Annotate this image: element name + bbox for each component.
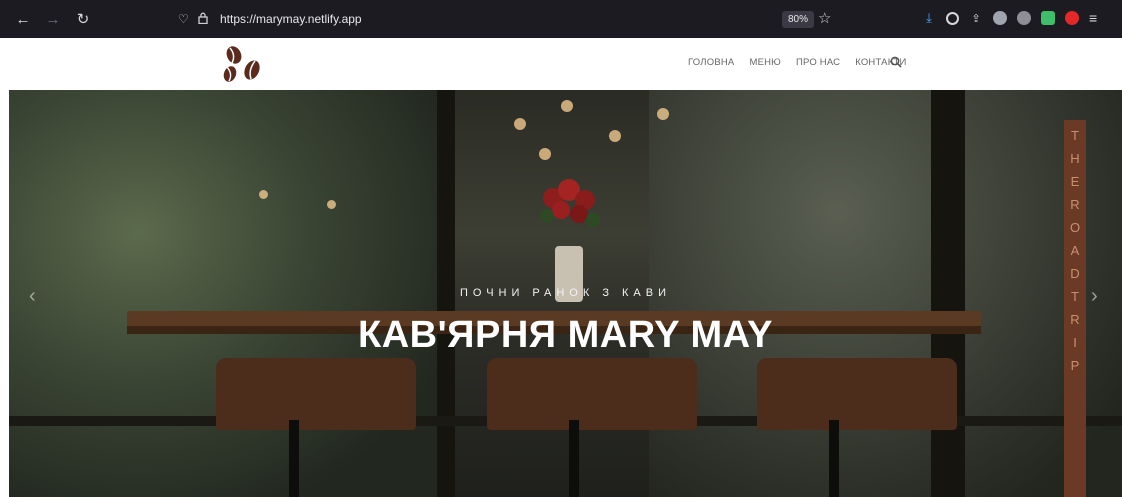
bokeh-light <box>561 100 573 112</box>
url-text[interactable]: https://marymay.netlify.app <box>220 12 362 26</box>
shield-extension-icon[interactable] <box>1041 11 1055 25</box>
hamburger-menu-icon[interactable]: ≡ <box>1089 10 1097 26</box>
nav-item-menu[interactable]: МЕНЮ <box>749 57 781 68</box>
lock-icon[interactable] <box>198 12 214 27</box>
nav-item-home[interactable]: ГОЛОВНА <box>688 57 734 68</box>
hero-slider: T H E R O A D T R I P ‹ › ПОЧНИ РАНОК З … <box>9 90 1122 497</box>
shield-icon[interactable]: ♡ <box>178 12 194 26</box>
hero-title: КАВ'ЯРНЯ MARY MAY <box>358 314 773 356</box>
forward-icon[interactable]: → <box>42 8 64 30</box>
site-header: ГОЛОВНА МЕНЮ ПРО НАС КОНТАКТИ <box>0 38 1122 90</box>
bar-stool <box>487 358 697 430</box>
browser-toolbar: ← → ↻ ♡ https://marymay.netlify.app 80% … <box>0 0 1122 38</box>
bookmark-star-icon[interactable]: ☆ <box>818 9 831 27</box>
nav-item-about[interactable]: ПРО НАС <box>796 57 840 68</box>
bokeh-light <box>327 200 336 209</box>
extensions-toolbar: ⤓ ⇪ ≡ <box>922 10 1097 26</box>
coffee-beans-logo[interactable] <box>220 45 266 85</box>
account-icon[interactable] <box>946 11 959 25</box>
sign-letter: O <box>1069 220 1081 235</box>
zoom-level-badge[interactable]: 80% <box>782 11 815 28</box>
hero-subtitle: ПОЧНИ РАНОК З КАВИ <box>459 287 672 299</box>
sign-letter: E <box>1070 174 1080 189</box>
bokeh-light <box>609 130 621 142</box>
rose-bouquet <box>533 176 605 246</box>
bar-stool <box>216 358 416 430</box>
stool-leg <box>829 420 839 497</box>
road-trip-sign: T H E R O A D T R I P <box>1064 120 1086 497</box>
bokeh-light <box>514 118 526 130</box>
sign-letter: D <box>1070 266 1080 281</box>
stool-leg <box>289 420 299 497</box>
download-icon[interactable]: ⤓ <box>922 10 936 25</box>
share-icon[interactable]: ⇪ <box>969 11 983 25</box>
sign-letter: R <box>1070 197 1080 212</box>
bar-stool <box>757 358 957 430</box>
search-icon[interactable] <box>890 55 902 68</box>
adblock-extension-icon[interactable] <box>1065 11 1079 25</box>
extension-icon[interactable] <box>993 11 1007 25</box>
bokeh-light <box>539 148 551 160</box>
reload-icon[interactable]: ↻ <box>72 8 94 30</box>
stool-leg <box>569 420 579 497</box>
back-icon[interactable]: ← <box>12 8 34 30</box>
sign-letter: T <box>1071 128 1079 143</box>
sign-letter: A <box>1070 243 1080 258</box>
main-nav: ГОЛОВНА МЕНЮ ПРО НАС КОНТАКТИ <box>688 57 906 68</box>
bokeh-light <box>657 108 669 120</box>
sign-letter: H <box>1070 151 1080 166</box>
extension-icon[interactable] <box>1017 11 1031 25</box>
bokeh-light <box>259 190 268 199</box>
sign-letter: P <box>1070 358 1080 373</box>
address-bar[interactable]: ♡ https://marymay.netlify.app <box>170 7 838 31</box>
